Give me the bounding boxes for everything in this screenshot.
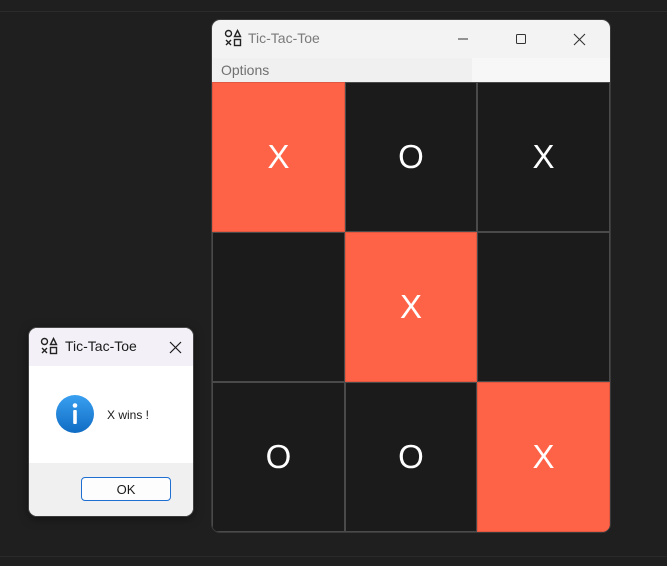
ok-button[interactable]: OK xyxy=(81,477,171,501)
board-cell-6[interactable] xyxy=(477,232,610,382)
main-window: Tic-Tac-Toe Options X O X X O O X xyxy=(212,20,610,532)
board-cell-7[interactable]: O xyxy=(212,382,345,532)
maximize-icon xyxy=(516,34,526,44)
menu-bar: Options xyxy=(212,58,610,82)
dialog-footer: OK xyxy=(29,463,193,516)
result-dialog: Tic-Tac-Toe X wins ! OK xyxy=(29,328,193,516)
minimize-icon xyxy=(458,38,468,40)
close-icon xyxy=(169,341,181,353)
board-cell-3[interactable]: X xyxy=(477,82,610,232)
menu-bar-filler xyxy=(472,58,610,82)
board-cell-5[interactable]: X xyxy=(345,232,477,382)
divider xyxy=(0,556,667,557)
title-bar[interactable]: Tic-Tac-Toe xyxy=(212,20,610,58)
dialog-body: X wins ! xyxy=(29,366,193,463)
divider xyxy=(0,11,667,12)
menu-options[interactable]: Options xyxy=(221,62,269,78)
window-title: Tic-Tac-Toe xyxy=(248,30,320,46)
dialog-close-button[interactable] xyxy=(157,328,193,366)
board-cell-4[interactable] xyxy=(212,232,345,382)
dialog-title-bar[interactable]: Tic-Tac-Toe xyxy=(29,328,193,366)
minimize-button[interactable] xyxy=(440,20,486,58)
game-board: X O X X O O X xyxy=(212,82,610,532)
maximize-button[interactable] xyxy=(498,20,544,58)
info-icon xyxy=(56,395,94,433)
tic-tac-toe-icon xyxy=(40,337,58,355)
close-button[interactable] xyxy=(556,20,602,58)
board-cell-1[interactable]: X xyxy=(212,82,345,232)
board-cell-8[interactable]: O xyxy=(345,382,477,532)
tic-tac-toe-icon xyxy=(224,29,242,47)
dialog-message: X wins ! xyxy=(107,408,150,422)
board-cell-9[interactable]: X xyxy=(477,382,610,532)
board-cell-2[interactable]: O xyxy=(345,82,477,232)
dialog-title: Tic-Tac-Toe xyxy=(65,338,137,354)
close-icon xyxy=(573,33,585,45)
